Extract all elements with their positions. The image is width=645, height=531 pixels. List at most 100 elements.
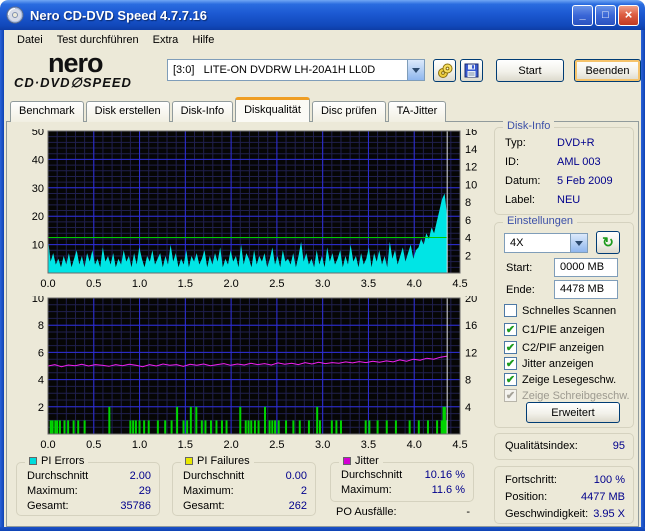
disk-info-value: NEU	[557, 194, 581, 206]
tab-disk-info[interactable]: Disk-Info	[171, 101, 234, 122]
disk-info-value: AML 003	[557, 156, 601, 168]
pi-errors-legend-swatch	[29, 457, 37, 465]
checkbox-c2-pif[interactable]: ✔ C2/PIF anzeigen	[504, 341, 604, 354]
stat-value: 10.16 %	[424, 469, 465, 481]
start-field[interactable]: 0000 MB	[554, 258, 618, 277]
position-value: 4477 MB	[580, 491, 625, 503]
maximize-button[interactable]: □	[595, 4, 616, 26]
window-border-right	[641, 28, 645, 531]
svg-text:16: 16	[465, 320, 477, 332]
svg-text:4.5: 4.5	[452, 439, 467, 451]
svg-text:4: 4	[465, 402, 471, 414]
pi-failures-title: PI Failures	[181, 455, 254, 467]
advanced-button[interactable]: Erweitert	[526, 402, 620, 423]
disk-info-label: ID:	[505, 156, 520, 168]
disk-info-label: Label:	[505, 194, 535, 206]
end-field-label: Ende:	[506, 284, 535, 296]
tab-diskqualitaet[interactable]: Diskqualität	[235, 97, 310, 122]
svg-text:20: 20	[32, 211, 44, 223]
eject-disc-icon	[437, 63, 452, 78]
disk-info-value: 5 Feb 2009	[557, 175, 613, 187]
app-window: Nero CD-DVD Speed 4.7.7.16 _ □ × Datei T…	[0, 0, 645, 531]
nero-logo: nero	[48, 48, 104, 78]
svg-text:4: 4	[38, 375, 44, 387]
checkbox-label: Zeige Lesegeschw.	[522, 373, 617, 386]
pi-failures-box: PI Failures Durchschnitt 0.00 Maximum: 2 G…	[172, 455, 316, 516]
start-button[interactable]: Start	[496, 59, 564, 82]
checkbox-jitter[interactable]: ✔ Jitter anzeigen	[504, 357, 594, 370]
svg-text:16: 16	[465, 129, 477, 138]
svg-text:0.5: 0.5	[86, 278, 101, 290]
progress-box: Fortschritt: 100 % Position: 4477 MB Gesch…	[494, 466, 634, 524]
stat-label: Maximum:	[341, 484, 392, 496]
quit-button[interactable]: Beenden	[574, 59, 641, 82]
checkbox-c1-pie[interactable]: ✔ C1/PIE anzeigen	[504, 323, 605, 336]
po-failures-row: PO Ausfälle: -	[336, 506, 470, 518]
svg-text:8: 8	[38, 320, 44, 332]
svg-text:1.0: 1.0	[132, 278, 147, 290]
checkbox-lesegeschw[interactable]: ✔ Zeige Lesegeschw.	[504, 373, 616, 386]
drive-select[interactable]: [3:0] LITE-ON DVDRW LH-20A1H LL0D	[167, 59, 425, 81]
window-border-left	[0, 28, 4, 531]
svg-text:2: 2	[38, 402, 44, 414]
checkbox-schnelles-scannen[interactable]: Schnelles Scannen	[504, 304, 616, 317]
position-label: Position:	[505, 491, 548, 503]
checkbox-icon	[504, 304, 517, 317]
menubar: Datei Test durchführen Extra Hilfe	[4, 30, 641, 49]
disk-info-value: DVD+R	[557, 137, 595, 149]
stat-value: 29	[138, 485, 151, 497]
menu-hilfe[interactable]: Hilfe	[185, 32, 221, 48]
drive-select-arrow[interactable]	[407, 60, 424, 80]
refresh-icon: ↻	[602, 234, 614, 250]
speed-select[interactable]: 4X	[504, 233, 588, 253]
app-icon	[6, 6, 24, 24]
svg-text:10: 10	[32, 240, 44, 252]
svg-text:6: 6	[38, 347, 44, 359]
save-icon	[464, 63, 479, 78]
minimize-button[interactable]: _	[572, 4, 593, 26]
close-button[interactable]: ×	[618, 4, 639, 26]
svg-text:1.0: 1.0	[132, 439, 147, 451]
svg-text:20: 20	[465, 296, 477, 305]
stat-value: 2	[300, 485, 307, 497]
svg-text:0.5: 0.5	[86, 439, 101, 451]
disk-info-label: Datum:	[505, 175, 541, 187]
svg-text:40: 40	[32, 154, 44, 166]
speed-value: 3.95 X	[593, 508, 625, 520]
checkbox-icon: ✔	[504, 357, 517, 370]
tab-disc-pruefen[interactable]: Disc prüfen	[311, 101, 386, 122]
quality-index-label: Qualitätsindex:	[505, 440, 578, 452]
checkbox-schreibgeschw: ✔ Zeige Schreibgeschw.	[504, 389, 630, 402]
svg-text:50: 50	[32, 129, 44, 138]
menu-test-durchfuehren[interactable]: Test durchführen	[50, 32, 146, 48]
tab-benchmark[interactable]: Benchmark	[10, 101, 84, 122]
tab-disk-erstellen[interactable]: Disk erstellen	[85, 101, 170, 122]
progress-value: 100 %	[593, 474, 625, 486]
svg-text:12: 12	[465, 162, 477, 174]
refresh-button[interactable]: ↻	[596, 231, 620, 254]
svg-text:10: 10	[465, 179, 477, 191]
svg-text:1.5: 1.5	[178, 278, 193, 290]
tab-ta-jitter[interactable]: TA-Jitter	[387, 101, 447, 122]
po-failures-value: -	[466, 506, 470, 518]
start-field-label: Start:	[506, 262, 533, 274]
jitter-legend-swatch	[343, 457, 351, 465]
menu-extra[interactable]: Extra	[146, 32, 186, 48]
stat-label: Maximum:	[183, 485, 234, 497]
checkbox-label: C2/PIF anzeigen	[522, 341, 604, 354]
speed-select-value: 4X	[510, 237, 524, 249]
toolbar: nero CD·DVD∅SPEED [3:0] LITE-ON DVDRW LH…	[4, 49, 641, 98]
svg-text:12: 12	[465, 347, 477, 359]
stat-label: Durchschnitt	[27, 470, 89, 482]
end-field[interactable]: 4478 MB	[554, 280, 618, 299]
svg-text:2: 2	[465, 250, 471, 262]
svg-text:4.0: 4.0	[407, 278, 422, 290]
stat-label: Gesamt:	[27, 500, 69, 512]
menu-datei[interactable]: Datei	[10, 32, 50, 48]
svg-text:2.5: 2.5	[269, 439, 284, 451]
speed-select-arrow[interactable]	[570, 234, 587, 252]
disk-info-label: Typ:	[505, 137, 526, 149]
svg-text:0.0: 0.0	[40, 439, 55, 451]
eject-disc-button[interactable]	[433, 59, 456, 82]
save-button[interactable]	[460, 59, 483, 82]
